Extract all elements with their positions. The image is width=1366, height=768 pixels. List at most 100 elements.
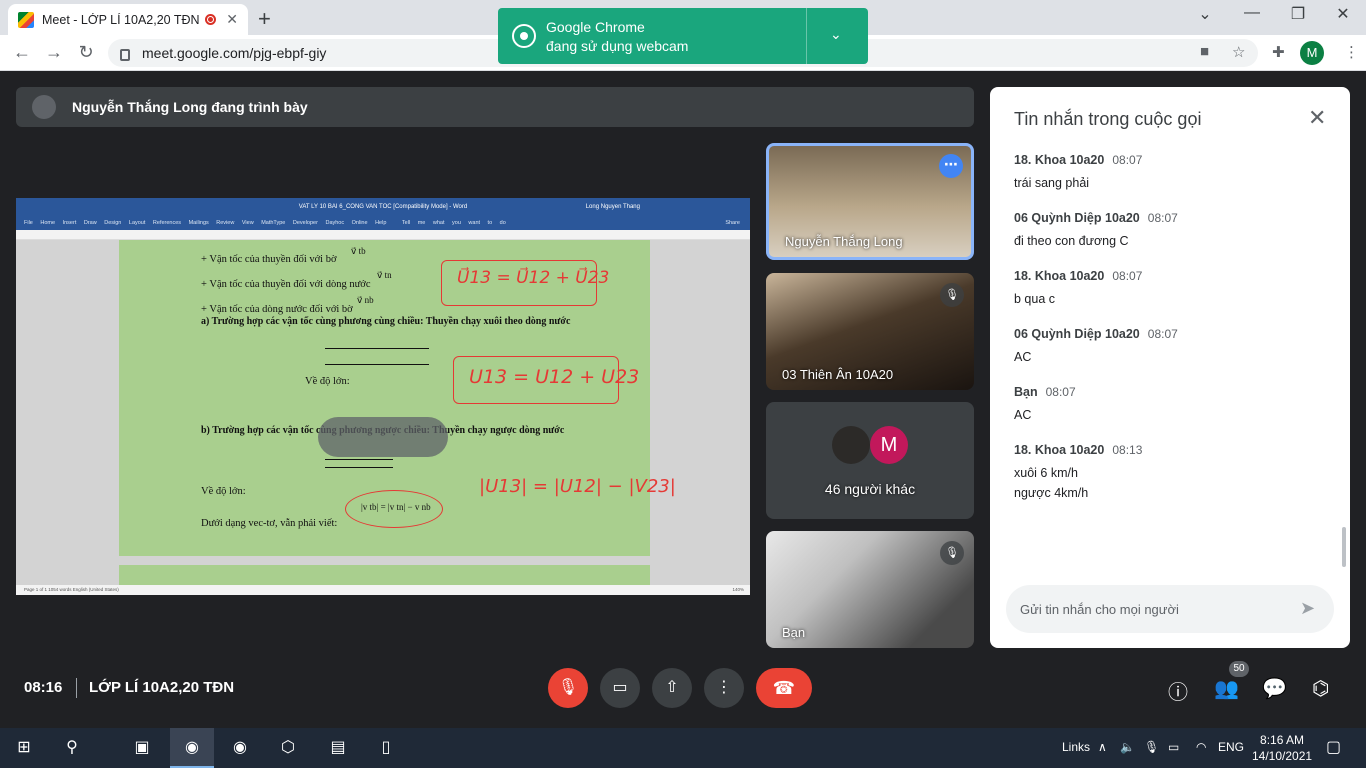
mic-toggle-button[interactable]: 🎙 [548,668,588,708]
divider [76,678,77,698]
battery-icon[interactable]: ▭ [1168,740,1179,754]
participant-tile[interactable]: 🎙 03 Thiên Ân 10A20 [766,273,974,390]
taskbar-clock[interactable]: 8:16 AM 14/10/2021 [1252,732,1312,764]
tab-search-button[interactable]: ⌄ [1190,4,1220,24]
chat-message-input[interactable]: Gửi tin nhắn cho mọi người [1006,585,1334,633]
meeting-info-icon[interactable]: ⓘ [1168,676,1188,705]
message-time: 08:07 [1147,327,1178,341]
forward-button[interactable]: → [42,42,66,63]
search-icon[interactable]: ⚲ [50,728,94,768]
mic-off-icon: 🎙 [940,541,964,565]
browser-tab[interactable]: Meet - LỚP LÍ 10A2,20 TĐN ✕ [8,4,248,35]
url-text: meet.google.com/pjg-ebpf-giy [142,45,327,61]
window-maximize-button[interactable]: ❐ [1283,4,1313,24]
chevron-down-icon[interactable]: ⌄ [830,26,842,43]
new-tab-button[interactable]: + [258,6,271,32]
chat-scrollbar[interactable] [1342,527,1346,567]
message-time: 08:07 [1045,385,1076,399]
clock-time: 8:16 AM [1260,733,1305,747]
message-time: 08:13 [1112,443,1143,457]
message-text: AC [1014,408,1032,422]
wifi-icon[interactable]: ◠ [1196,740,1206,754]
others-tile[interactable]: M 46 người khác [766,402,974,519]
taskbar-file-explorer-icon[interactable]: ▤ [316,728,360,768]
people-icon[interactable]: 👥 [1214,676,1239,701]
meet-favicon-icon [18,11,34,28]
leave-call-button[interactable]: ☎ [756,668,812,708]
doc-line-2: + Vận tốc của thuyền đối với dòng nước [201,279,371,290]
presenter-avatar [32,95,56,119]
volume-icon[interactable]: 🔈 [1120,740,1135,754]
word-status-bar: Page 1 of 1 1054 words English (United S… [16,585,750,595]
present-screen-button[interactable]: ⇧ [652,668,692,708]
webcam-icon [512,24,536,48]
presenter-label: Nguyễn Thắng Long đang trình bày [72,99,308,115]
taskbar-app-icon[interactable]: ⬡ [266,728,310,768]
reload-button[interactable]: ↻ [74,42,98,63]
profile-avatar[interactable]: M [1300,41,1324,65]
chat-input-placeholder: Gửi tin nhắn cho mọi người [1020,601,1179,617]
word-user: Long Nguyen Thang [585,204,640,210]
webcam-notification[interactable]: Google Chrome đang sử dụng webcam ⌄ [498,8,868,64]
windows-start-icon[interactable]: ⊞ [2,728,46,768]
hangup-icon: ☎ [772,678,796,698]
chat-message: 06 Quỳnh Diệp 10a20 08:07 AC [1014,327,1334,367]
participant-tile-presenter[interactable]: ⋯ Nguyễn Thắng Long [766,143,974,260]
notification-title: Google Chrome [546,19,645,35]
close-icon[interactable]: ✕ [1308,105,1326,131]
doc-line-3: + Vận tốc của dòng nước đối với bờ [201,304,353,315]
message-sender: Bạn [1014,385,1038,399]
doc-vec-nb: v⃗ nb [357,295,374,305]
camera-toggle-button[interactable]: ▭ [600,668,640,708]
document-page: + Vận tốc của thuyền đối với bờ v⃗ tb + … [119,240,676,556]
extensions-puzzle-icon[interactable]: ✚ [1272,43,1285,61]
shared-screen: VAT LY 10 BAI 6_CONG VAN TOC [Compatibil… [16,198,750,595]
participant-avatar [832,426,870,464]
participant-name: Bạn [782,625,806,640]
more-vert-icon: ⋮ [716,679,732,696]
window-minimize-button[interactable]: — [1237,4,1267,22]
tab-title: Meet - LỚP LÍ 10A2,20 TĐN [42,12,200,27]
message-text: ngược 4km/h [1014,486,1089,500]
chrome-menu-icon[interactable]: ⋮ [1344,43,1359,61]
message-text: xuôi 6 km/h [1014,466,1078,480]
window-close-button[interactable]: ✕ [1328,4,1358,24]
send-icon[interactable]: ➤ [1300,598,1315,619]
chat-message: 18. Khoa 10a20 08:13 xuôi 6 km/h ngược 4k… [1014,443,1334,503]
tray-chevron-icon[interactable]: ∧ [1098,740,1107,754]
notifications-icon[interactable]: ▢ [1326,737,1341,757]
word-window-title: VAT LY 10 BAI 6_CONG VAN TOC [Compatibil… [298,204,468,210]
message-text: trái sang phải [1014,176,1090,190]
more-options-button[interactable]: ⋮ [704,668,744,708]
self-view-tile[interactable]: 🎙 Bạn [766,531,974,648]
ink-eq-difference: |U13| = |U12| − |V23| [479,476,676,497]
chat-icon[interactable]: 💬 [1262,676,1287,701]
taskbar-links-toolbar[interactable]: Links [1062,740,1090,754]
word-tell-me: Tell me what you want to do [401,220,506,226]
word-menu-items: File Home Insert Draw Design Layout Refe… [24,220,387,226]
word-zoom: 140% [732,587,744,592]
tab-close-icon[interactable]: ✕ [226,11,238,28]
ink-eq-sum: U13 = U12 + U23 [469,366,640,388]
taskbar-chrome-icon[interactable]: ◉ [218,728,262,768]
more-options-icon[interactable]: ⋯ [939,154,963,178]
activities-icon[interactable]: ⌬ [1312,676,1329,701]
input-language[interactable]: ENG [1218,740,1244,754]
bookmark-star-icon[interactable]: ☆ [1232,43,1245,61]
vector-arrow-2 [325,364,429,365]
vector-arrow-3 [325,459,393,460]
recording-indicator-icon [205,14,217,25]
microphone-tray-icon[interactable]: 🎙 [1144,740,1159,754]
mic-off-icon: 🎙 [557,679,579,696]
camera-in-use-icon[interactable]: ■ [1200,43,1209,60]
vector-arrow-4 [325,467,393,468]
taskbar-app-device-icon[interactable]: ▯ [364,728,408,768]
clock-date: 14/10/2021 [1252,749,1313,763]
back-button[interactable]: ← [10,42,34,63]
taskbar-app-photos-icon[interactable]: ▣ [120,728,164,768]
word-share: Share [725,220,740,226]
message-sender: 18. Khoa 10a20 [1014,443,1105,457]
doc-eq-magnitude: |v tb| = |v tn| − v nb [361,502,431,512]
chat-panel: Tin nhắn trong cuộc gọi ✕ 18. Khoa 10a20… [990,87,1350,648]
taskbar-chrome-profile-icon[interactable]: ◉ [170,728,214,768]
